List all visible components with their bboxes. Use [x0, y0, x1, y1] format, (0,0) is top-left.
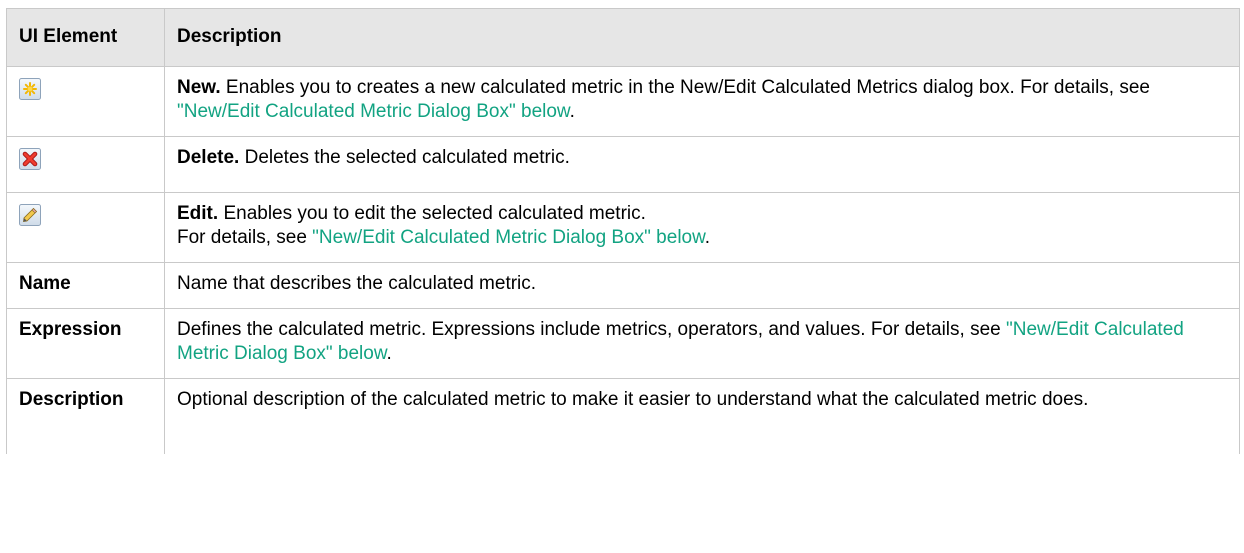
- item-text-tail: .: [704, 227, 711, 248]
- ui-element-label: Description: [6, 378, 165, 454]
- description-cell: Delete. Deletes the selected calculated …: [164, 136, 1240, 193]
- table-row-name: Name Name that describes the calculated …: [6, 262, 1240, 309]
- item-title: New.: [177, 77, 221, 98]
- table-header-row: UI Element Description: [6, 8, 1240, 67]
- ui-elements-table: UI Element Description New. Enables you …: [6, 8, 1240, 454]
- column-header-ui-element: UI Element: [6, 8, 165, 67]
- item-text: Optional description of the calculated m…: [177, 389, 1089, 410]
- ui-element-cell: [6, 136, 165, 193]
- delete-x-icon: [19, 148, 41, 170]
- table-row-expression: Expression Defines the calculated metric…: [6, 308, 1240, 379]
- dialog-box-link[interactable]: "New/Edit Calculated Metric Dialog Box" …: [312, 227, 705, 248]
- ui-element-cell: [6, 66, 165, 137]
- item-title: Delete.: [177, 147, 240, 168]
- item-text: Enables you to edit the selected calcula…: [218, 203, 646, 224]
- item-text-second-line: For details, see: [177, 227, 313, 248]
- edit-pencil-icon: [19, 204, 41, 226]
- table-row-edit: Edit. Enables you to edit the selected c…: [6, 192, 1240, 263]
- new-sparkle-icon: [19, 78, 41, 100]
- table-row-description: Description Optional description of the …: [6, 378, 1240, 454]
- description-cell: Edit. Enables you to edit the selected c…: [164, 192, 1240, 263]
- column-header-description: Description: [164, 8, 1240, 67]
- description-cell: Name that describes the calculated metri…: [164, 262, 1240, 309]
- item-text-tail: .: [386, 343, 392, 364]
- item-text-tail: .: [569, 101, 575, 122]
- item-text: Name that describes the calculated metri…: [177, 273, 537, 294]
- ui-element-cell: [6, 192, 165, 263]
- dialog-box-link[interactable]: "New/Edit Calculated Metric Dialog Box" …: [177, 101, 570, 122]
- description-cell: New. Enables you to creates a new calcul…: [164, 66, 1240, 137]
- ui-element-label: Name: [6, 262, 165, 309]
- table-row-new: New. Enables you to creates a new calcul…: [6, 66, 1240, 137]
- description-cell: Defines the calculated metric. Expressio…: [164, 308, 1240, 379]
- table-row-delete: Delete. Deletes the selected calculated …: [6, 136, 1240, 193]
- ui-element-label: Expression: [6, 308, 165, 379]
- description-cell: Optional description of the calculated m…: [164, 378, 1240, 454]
- item-text: Defines the calculated metric. Expressio…: [177, 319, 1006, 340]
- item-text: Enables you to creates a new calculated …: [220, 77, 1150, 98]
- item-text: Deletes the selected calculated metric.: [239, 147, 570, 168]
- item-title: Edit.: [177, 203, 219, 224]
